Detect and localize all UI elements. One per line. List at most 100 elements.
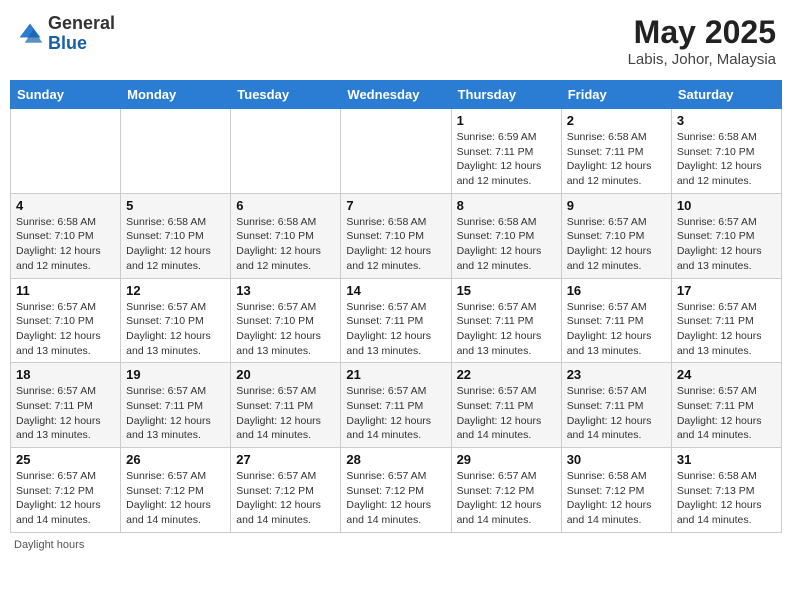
calendar-cell: 19Sunrise: 6:57 AM Sunset: 7:11 PM Dayli… (121, 363, 231, 448)
day-number: 13 (236, 283, 335, 298)
day-number: 4 (16, 198, 115, 213)
day-number: 26 (126, 452, 225, 467)
calendar-cell: 4 Sunrise: 6:58 AM Sunset: 7:10 PM Daylig… (11, 193, 121, 278)
calendar-cell: 20 Sunrise: 6:57 AM Sunset: 7:11 PM Dayli… (231, 363, 341, 448)
day-number: 3 (677, 113, 776, 128)
day-number: 22 (457, 367, 556, 382)
calendar-week-row: 4 Sunrise: 6:58 AM Sunset: 7:10 PM Daylig… (11, 193, 782, 278)
calendar-header-sunday: Sunday (11, 81, 121, 109)
calendar-cell: 26 Sunrise: 6:57 AM Sunset: 7:12 PM Dayli… (121, 448, 231, 533)
calendar-header-saturday: Saturday (671, 81, 781, 109)
month-year: May 2025 (628, 14, 776, 51)
day-number: 18 (16, 367, 115, 382)
day-info: Sunrise: 6:58 AM Sunset: 7:11 PM Dayligh… (567, 130, 666, 189)
day-info: Sunrise: 6:57 AM Sunset: 7:11 PM Dayligh… (126, 384, 225, 443)
day-info: Sunrise: 6:57 AM Sunset: 7:11 PM Dayligh… (457, 384, 556, 443)
day-info: Sunrise: 6:58 AM Sunset: 7:12 PM Dayligh… (567, 469, 666, 528)
calendar-cell: 1 Sunrise: 6:59 AM Sunset: 7:11 PM Daylig… (451, 109, 561, 194)
calendar-cell (11, 109, 121, 194)
day-info: Sunrise: 6:59 AM Sunset: 7:11 PM Dayligh… (457, 130, 556, 189)
day-info: Sunrise: 6:57 AM Sunset: 7:11 PM Dayligh… (457, 300, 556, 359)
calendar-cell: 17 Sunrise: 6:57 AM Sunset: 7:11 PM Dayli… (671, 278, 781, 363)
day-number: 2 (567, 113, 666, 128)
day-info: Sunrise: 6:57 AM Sunset: 7:11 PM Dayligh… (677, 300, 776, 359)
day-info: Sunrise: 6:58 AM Sunset: 7:10 PM Dayligh… (16, 215, 115, 274)
calendar-cell: 11Sunrise: 6:57 AM Sunset: 7:10 PM Dayli… (11, 278, 121, 363)
day-info: Sunrise: 6:57 AM Sunset: 7:12 PM Dayligh… (346, 469, 445, 528)
calendar-cell: 10Sunrise: 6:57 AM Sunset: 7:10 PM Dayli… (671, 193, 781, 278)
day-number: 31 (677, 452, 776, 467)
calendar-cell: 31Sunrise: 6:58 AM Sunset: 7:13 PM Dayli… (671, 448, 781, 533)
day-number: 6 (236, 198, 335, 213)
calendar-cell: 27Sunrise: 6:57 AM Sunset: 7:12 PM Dayli… (231, 448, 341, 533)
calendar-cell: 14Sunrise: 6:57 AM Sunset: 7:11 PM Dayli… (341, 278, 451, 363)
calendar-header-wednesday: Wednesday (341, 81, 451, 109)
calendar-header-row: SundayMondayTuesdayWednesdayThursdayFrid… (11, 81, 782, 109)
day-info: Sunrise: 6:57 AM Sunset: 7:10 PM Dayligh… (236, 300, 335, 359)
day-number: 20 (236, 367, 335, 382)
calendar-cell (231, 109, 341, 194)
calendar-cell: 29 Sunrise: 6:57 AM Sunset: 7:12 PM Dayli… (451, 448, 561, 533)
day-info: Sunrise: 6:57 AM Sunset: 7:10 PM Dayligh… (677, 215, 776, 274)
day-info: Sunrise: 6:57 AM Sunset: 7:11 PM Dayligh… (677, 384, 776, 443)
day-info: Sunrise: 6:57 AM Sunset: 7:11 PM Dayligh… (346, 300, 445, 359)
calendar-cell (121, 109, 231, 194)
day-number: 11 (16, 283, 115, 298)
day-info: Sunrise: 6:58 AM Sunset: 7:10 PM Dayligh… (126, 215, 225, 274)
day-number: 16 (567, 283, 666, 298)
day-info: Sunrise: 6:57 AM Sunset: 7:10 PM Dayligh… (126, 300, 225, 359)
footer-note: Daylight hours (10, 539, 782, 551)
day-info: Sunrise: 6:57 AM Sunset: 7:12 PM Dayligh… (457, 469, 556, 528)
calendar: SundayMondayTuesdayWednesdayThursdayFrid… (10, 80, 782, 533)
day-number: 30 (567, 452, 666, 467)
calendar-cell: 30 Sunrise: 6:58 AM Sunset: 7:12 PM Dayli… (561, 448, 671, 533)
day-info: Sunrise: 6:57 AM Sunset: 7:11 PM Dayligh… (346, 384, 445, 443)
calendar-cell: 3Sunrise: 6:58 AM Sunset: 7:10 PM Daylig… (671, 109, 781, 194)
day-number: 8 (457, 198, 556, 213)
calendar-week-row: 11 Sunrise: 6:57 AM Sunset: 7:10 PM Dayli… (11, 278, 782, 363)
calendar-header-thursday: Thursday (451, 81, 561, 109)
calendar-cell: 7Sunrise: 6:58 AM Sunset: 7:10 PM Daylig… (341, 193, 451, 278)
logo: General Blue (16, 14, 115, 54)
calendar-cell: 16Sunrise: 6:57 AM Sunset: 7:11 PM Dayli… (561, 278, 671, 363)
calendar-header-monday: Monday (121, 81, 231, 109)
day-number: 9 (567, 198, 666, 213)
day-info: Sunrise: 6:57 AM Sunset: 7:10 PM Dayligh… (567, 215, 666, 274)
day-number: 21 (346, 367, 445, 382)
day-info: Sunrise: 6:58 AM Sunset: 7:10 PM Dayligh… (236, 215, 335, 274)
day-info: Sunrise: 6:57 AM Sunset: 7:12 PM Dayligh… (126, 469, 225, 528)
day-number: 28 (346, 452, 445, 467)
calendar-cell: 23Sunrise: 6:57 AM Sunset: 7:11 PM Dayli… (561, 363, 671, 448)
calendar-week-row: 18 Sunrise: 6:57 AM Sunset: 7:11 PM Dayli… (11, 363, 782, 448)
day-number: 15 (457, 283, 556, 298)
day-info: Sunrise: 6:57 AM Sunset: 7:12 PM Dayligh… (236, 469, 335, 528)
calendar-cell: 6 Sunrise: 6:58 AM Sunset: 7:10 PM Daylig… (231, 193, 341, 278)
location: Labis, Johor, Malaysia (628, 51, 776, 68)
calendar-header-tuesday: Tuesday (231, 81, 341, 109)
calendar-week-row: 1 Sunrise: 6:59 AM Sunset: 7:11 PM Daylig… (11, 109, 782, 194)
day-number: 1 (457, 113, 556, 128)
calendar-week-row: 25Sunrise: 6:57 AM Sunset: 7:12 PM Dayli… (11, 448, 782, 533)
day-info: Sunrise: 6:57 AM Sunset: 7:11 PM Dayligh… (236, 384, 335, 443)
calendar-cell: 21 Sunrise: 6:57 AM Sunset: 7:11 PM Dayli… (341, 363, 451, 448)
calendar-cell: 28 Sunrise: 6:57 AM Sunset: 7:12 PM Dayli… (341, 448, 451, 533)
title-area: May 2025 Labis, Johor, Malaysia (628, 14, 776, 68)
calendar-header-friday: Friday (561, 81, 671, 109)
day-number: 23 (567, 367, 666, 382)
calendar-cell: 9 Sunrise: 6:57 AM Sunset: 7:10 PM Daylig… (561, 193, 671, 278)
day-number: 17 (677, 283, 776, 298)
calendar-cell: 18 Sunrise: 6:57 AM Sunset: 7:11 PM Dayli… (11, 363, 121, 448)
calendar-cell (341, 109, 451, 194)
calendar-cell: 24Sunrise: 6:57 AM Sunset: 7:11 PM Dayli… (671, 363, 781, 448)
calendar-cell: 8 Sunrise: 6:58 AM Sunset: 7:10 PM Daylig… (451, 193, 561, 278)
logo-icon (16, 20, 44, 48)
header: General Blue May 2025 Labis, Johor, Mala… (10, 10, 782, 72)
day-info: Sunrise: 6:57 AM Sunset: 7:11 PM Dayligh… (16, 384, 115, 443)
day-info: Sunrise: 6:58 AM Sunset: 7:10 PM Dayligh… (457, 215, 556, 274)
day-number: 29 (457, 452, 556, 467)
day-number: 12 (126, 283, 225, 298)
calendar-cell: 22 Sunrise: 6:57 AM Sunset: 7:11 PM Dayli… (451, 363, 561, 448)
calendar-cell: 12 Sunrise: 6:57 AM Sunset: 7:10 PM Dayli… (121, 278, 231, 363)
day-number: 7 (346, 198, 445, 213)
calendar-cell: 25Sunrise: 6:57 AM Sunset: 7:12 PM Dayli… (11, 448, 121, 533)
